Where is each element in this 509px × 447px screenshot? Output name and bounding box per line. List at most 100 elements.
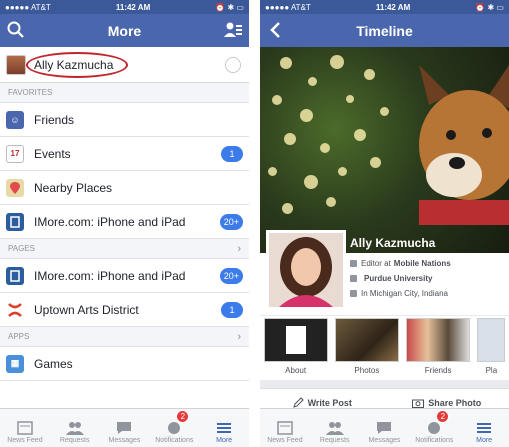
friends-icon: ☺ <box>6 110 24 129</box>
tab-news-feed[interactable]: News Feed <box>260 409 310 447</box>
item-label: Events <box>34 146 71 161</box>
tab-label: Requests <box>319 437 350 444</box>
tab-messages[interactable]: Messages <box>360 409 410 447</box>
pencil-icon <box>292 397 304 408</box>
photos-thumbnail <box>334 318 399 362</box>
count-badge: 20+ <box>219 214 243 230</box>
list-item-games[interactable]: ▦ Games <box>0 347 249 381</box>
privacy-icon[interactable] <box>225 57 241 73</box>
grid-label: Photos <box>354 366 380 375</box>
tab-bar: News Feed Requests Messages Notification… <box>260 408 509 447</box>
grid-label: About <box>285 366 307 375</box>
tab-notifications[interactable]: Notifications 2 <box>409 409 459 447</box>
page-icon <box>6 212 24 231</box>
status-icons: ⏰ ✱ ▭ <box>475 2 504 12</box>
tab-notifications[interactable]: Notifications 2 <box>149 409 199 447</box>
section-favorites: FAVORITES <box>0 83 249 103</box>
info-location: In Michigan City, Indiana <box>346 286 509 301</box>
grid-places[interactable]: Pla <box>477 318 506 380</box>
info-work: Editor at Mobile Nations <box>346 256 509 271</box>
info-prefix: Editor at <box>361 259 391 268</box>
grid-friends[interactable]: Friends <box>406 318 471 380</box>
nav-bar: More <box>0 14 249 47</box>
tab-label: More <box>216 437 233 444</box>
more-screen: ●●●●● AT&T 11:42 AM ⏰ ✱ ▭ More Ally Kazm… <box>0 0 249 447</box>
cover-photo[interactable] <box>260 47 509 253</box>
notification-badge: 2 <box>176 410 190 423</box>
page-icon <box>6 266 24 285</box>
item-label: Uptown Arts District <box>34 302 139 317</box>
info-education: Purdue University <box>346 271 509 286</box>
globe-icon <box>168 422 181 434</box>
tab-requests[interactable]: Requests <box>50 409 100 447</box>
section-title: PAGES <box>8 244 35 253</box>
item-label: Games <box>34 356 73 371</box>
list-item-events[interactable]: 17 Events 1 <box>0 137 249 171</box>
tab-label: Notifications <box>415 437 454 444</box>
friends-thumbnail <box>406 318 471 362</box>
grid-about[interactable]: About <box>263 318 328 380</box>
about-thumbnail <box>263 318 328 362</box>
tab-label: News Feed <box>267 437 303 444</box>
tab-more[interactable]: More <box>459 409 509 447</box>
profile-info: Editor at Mobile Nations Purdue Universi… <box>346 256 509 310</box>
status-bar: ●●●●● AT&T 11:42 AM ⏰ ✱ ▭ <box>0 0 249 14</box>
profile-row[interactable]: Ally Kazmucha <box>0 47 249 83</box>
tab-more[interactable]: More <box>199 409 249 447</box>
profile-name: Ally Kazmucha <box>350 236 436 250</box>
list-item-imore[interactable]: IMore.com: iPhone and iPad 20+ <box>0 205 249 239</box>
button-label: Share Photo <box>428 397 482 408</box>
map-pin-icon <box>6 178 24 197</box>
uptown-icon <box>6 300 24 319</box>
button-label: Write Post <box>307 397 352 408</box>
section-title: APPS <box>8 332 30 341</box>
section-apps[interactable]: APPS › <box>0 327 249 347</box>
tab-news-feed[interactable]: News Feed <box>0 409 50 447</box>
tab-label: Messages <box>368 437 401 444</box>
tab-label: Requests <box>59 437 90 444</box>
search-icon[interactable] <box>6 20 26 40</box>
item-label: Friends <box>34 112 75 127</box>
section-pages[interactable]: PAGES › <box>0 239 249 259</box>
carrier-label: ●●●●● AT&T <box>265 2 311 12</box>
tab-label: Messages <box>108 437 141 444</box>
info-value: In Michigan City, Indiana <box>361 289 449 298</box>
chevron-right-icon: › <box>237 242 241 255</box>
grid-photos[interactable]: Photos <box>334 318 399 380</box>
carrier-label: ●●●●● AT&T <box>5 2 51 12</box>
list-item-imore-page[interactable]: IMore.com: iPhone and iPad 20+ <box>0 259 249 293</box>
news-feed-icon <box>277 421 293 435</box>
item-label: IMore.com: iPhone and iPad <box>34 268 186 283</box>
item-label: Nearby Places <box>34 180 113 195</box>
info-value: Mobile Nations <box>393 259 451 268</box>
games-icon: ▦ <box>6 354 24 373</box>
messages-icon <box>377 422 392 434</box>
section-title: FAVORITES <box>8 88 53 97</box>
tab-label: More <box>476 437 493 444</box>
info-value: Purdue University <box>364 274 433 283</box>
graduation-cap-icon <box>350 275 357 282</box>
status-bar: ●●●●● AT&T 11:42 AM ⏰ ✱ ▭ <box>260 0 509 14</box>
list-item-uptown[interactable]: Uptown Arts District 1 <box>0 293 249 327</box>
profile-picture[interactable] <box>266 230 346 310</box>
page-title: Timeline <box>356 22 413 39</box>
timeline-screen: ●●●●● AT&T 11:42 AM ⏰ ✱ ▭ Timeline Ally … <box>260 0 509 447</box>
highlight-oval <box>26 52 128 78</box>
tab-bar: News Feed Requests Messages Notification… <box>0 408 249 447</box>
home-icon <box>350 290 357 297</box>
page-title: More <box>107 22 142 39</box>
clock-label: 11:42 AM <box>375 2 411 12</box>
tab-label: News Feed <box>7 437 43 444</box>
places-thumbnail <box>477 318 506 362</box>
list-item-friends[interactable]: ☺ Friends <box>0 103 249 137</box>
notification-badge: 2 <box>436 410 450 423</box>
chevron-right-icon: › <box>237 330 241 343</box>
list-item-nearby-places[interactable]: Nearby Places <box>0 171 249 205</box>
back-arrow-icon[interactable] <box>266 20 286 40</box>
status-icons: ⏰ ✱ ▭ <box>215 2 244 12</box>
tab-messages[interactable]: Messages <box>100 409 150 447</box>
requests-icon <box>65 422 84 435</box>
tab-requests[interactable]: Requests <box>310 409 360 447</box>
friends-list-icon[interactable] <box>223 20 243 40</box>
count-badge: 20+ <box>219 268 243 284</box>
